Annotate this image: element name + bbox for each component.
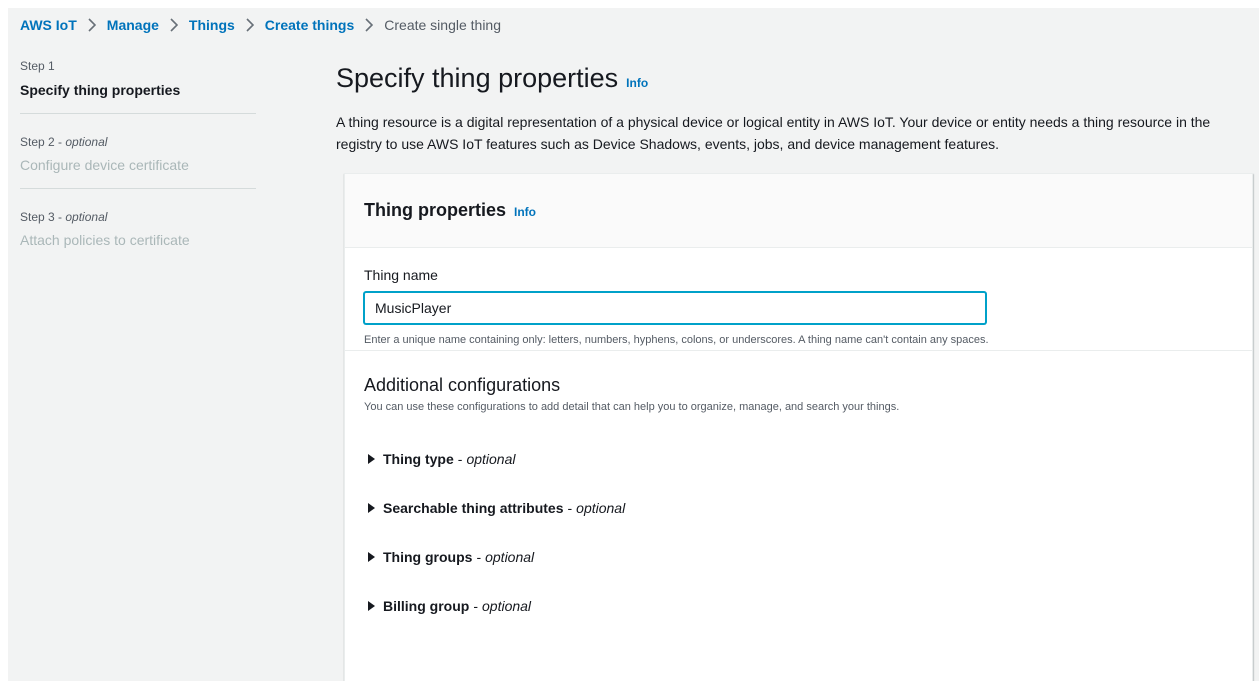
thing-name-help: Enter a unique name containing only: let…: [364, 334, 989, 346]
step-3: Step 3 - optional Attach policies to cer…: [20, 209, 256, 250]
expander-optional: optional: [485, 549, 535, 565]
step-number: Step 1: [20, 59, 55, 73]
breadcrumb: AWS IoT Manage Things Create things Crea…: [20, 14, 501, 36]
step-optional-label: optional: [65, 210, 108, 224]
additional-configurations: Additional configurations You can use th…: [345, 351, 1252, 617]
step-divider: [20, 113, 256, 114]
page-info-link[interactable]: Info: [626, 63, 648, 103]
expander-title: Thing groups: [383, 549, 473, 565]
step-number: Step 2 - optional: [20, 135, 108, 149]
expander-thing-groups[interactable]: Thing groups - optional: [364, 546, 1233, 568]
page-frame: AWS IoT Manage Things Create things Crea…: [8, 8, 1259, 681]
panel-info-link[interactable]: Info: [514, 205, 536, 219]
caret-right-icon: [368, 601, 375, 611]
chevron-right-icon: [170, 18, 178, 32]
chevron-right-icon: [88, 18, 96, 32]
panel-title: Thing properties Info: [364, 200, 536, 221]
step-number: Step 3 - optional: [20, 210, 108, 224]
caret-right-icon: [368, 552, 375, 562]
step-title-configure-device-certificate: Configure device certificate: [20, 157, 189, 173]
additional-configurations-title: Additional configurations: [364, 375, 561, 395]
step-title-attach-policies: Attach policies to certificate: [20, 232, 190, 248]
step-1: Step 1 Specify thing properties: [20, 58, 256, 100]
panel-title-text: Thing properties: [364, 200, 507, 220]
step-2: Step 2 - optional Configure device certi…: [20, 134, 256, 175]
expander-optional: optional: [576, 500, 626, 516]
page-description: A thing resource is a digital representa…: [336, 114, 1211, 152]
wizard-steps: Step 1 Specify thing properties Step 2 -…: [20, 58, 256, 250]
breadcrumb-create-things[interactable]: Create things: [265, 17, 354, 33]
expander-title: Billing group: [383, 598, 470, 614]
expander-optional: optional: [482, 598, 532, 614]
breadcrumb-manage[interactable]: Manage: [107, 17, 159, 33]
breadcrumb-current: Create single thing: [384, 17, 502, 33]
breadcrumb-things[interactable]: Things: [189, 17, 235, 33]
step-divider: [20, 188, 256, 189]
step-optional-label: optional: [65, 135, 108, 149]
expander-title: Thing type: [383, 451, 454, 467]
chevron-right-icon: [246, 18, 254, 32]
chevron-right-icon: [365, 18, 374, 32]
expander-billing-group[interactable]: Billing group - optional: [364, 595, 1233, 617]
thing-name-section: Thing name Enter a unique name containin…: [345, 248, 1252, 351]
caret-right-icon: [368, 503, 375, 513]
thing-properties-panel: Thing properties Info Thing name Enter a…: [344, 173, 1253, 681]
page-title: Specify thing properties Info: [336, 58, 1251, 103]
breadcrumb-aws-iot[interactable]: AWS IoT: [20, 17, 77, 33]
caret-right-icon: [368, 454, 375, 464]
panel-header: Thing properties Info: [345, 174, 1252, 248]
thing-name-input[interactable]: [364, 292, 986, 324]
expander-title: Searchable thing attributes: [383, 500, 564, 516]
main-content: Specify thing properties Info A thing re…: [336, 58, 1253, 681]
step-title-specify-thing-properties: Specify thing properties: [20, 82, 181, 98]
page-title-text: Specify thing properties: [336, 63, 619, 93]
thing-name-label: Thing name: [364, 267, 438, 283]
additional-configurations-description: You can use these configurations to add …: [364, 401, 900, 413]
expander-thing-type[interactable]: Thing type - optional: [364, 448, 1233, 470]
expander-searchable-thing-attributes[interactable]: Searchable thing attributes - optional: [364, 497, 1233, 519]
expander-optional: optional: [466, 451, 516, 467]
